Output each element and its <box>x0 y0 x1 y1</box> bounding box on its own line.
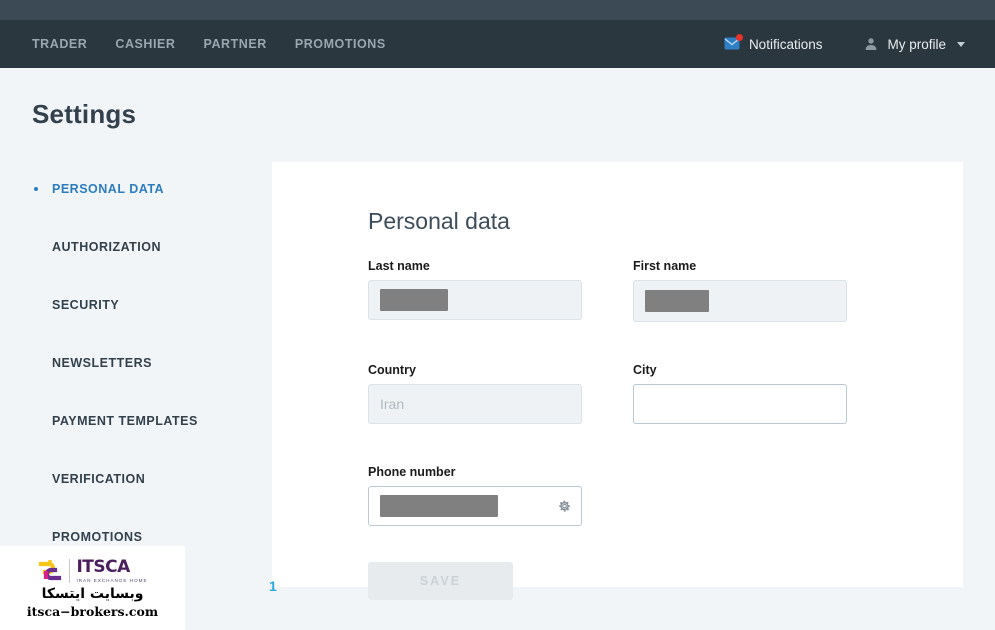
watermark-url: itsca−brokers.com <box>26 603 159 619</box>
redacted-value <box>380 289 448 311</box>
notification-badge <box>735 34 743 41</box>
phone-number-label: Phone number <box>368 465 456 479</box>
location-row: Country Iran City <box>368 363 848 424</box>
nav-right-cluster: Notifications My profile <box>724 34 965 52</box>
settings-sidebar: PERSONAL DATA AUTHORIZATION SECURITY NEW… <box>32 160 262 566</box>
last-name-label: Last name <box>368 259 430 273</box>
sidebar-item-personal-data[interactable]: PERSONAL DATA <box>32 160 262 218</box>
nav-link-promotions[interactable]: PROMOTIONS <box>295 37 386 51</box>
sidebar-item-verification[interactable]: VERIFICATION <box>32 450 262 508</box>
profile-menu-button[interactable]: My profile <box>864 37 965 52</box>
row-spacer <box>368 322 848 363</box>
watermark-persian-text: وبسایت ایتسکا <box>41 585 144 602</box>
notifications-label: Notifications <box>748 36 823 52</box>
first-name-label: First name <box>633 259 697 273</box>
nav-link-partner[interactable]: PARTNER <box>204 37 267 51</box>
city-field: City <box>633 363 847 424</box>
sidebar-item-newsletters[interactable]: NEWSLETTERS <box>32 334 262 392</box>
sidebar-item-label: PAYMENT TEMPLATES <box>52 414 198 428</box>
gear-icon[interactable] <box>558 500 571 513</box>
itsca-logo-icon <box>37 558 63 584</box>
country-input[interactable]: Iran <box>368 384 582 424</box>
sidebar-item-label: AUTHORIZATION <box>52 240 162 254</box>
watermark-brand: ITSCA <box>76 556 130 577</box>
sidebar-item-payment-templates[interactable]: PAYMENT TEMPLATES <box>32 392 262 450</box>
name-row: Last name First name <box>368 259 848 322</box>
personal-data-form: Last name First name Country Iran City P… <box>368 259 848 600</box>
first-name-field: First name <box>633 259 847 322</box>
watermark-logo-row: ITSCA IRAN EXCHANGE HOME <box>37 558 147 584</box>
main-navbar: TRADER CASHIER PARTNER PROMOTIONS Notifi… <box>0 20 995 68</box>
sidebar-item-label: PERSONAL DATA <box>52 182 165 196</box>
first-name-input[interactable] <box>633 280 847 322</box>
watermark-tagline: IRAN EXCHANGE HOME <box>76 577 148 583</box>
sidebar-item-label: SECURITY <box>52 298 120 312</box>
notifications-button[interactable]: Notifications <box>724 34 823 52</box>
city-input[interactable] <box>633 384 847 424</box>
row-spacer <box>368 424 848 465</box>
envelope-icon <box>724 34 743 51</box>
nav-link-cashier[interactable]: CASHIER <box>115 37 175 51</box>
watermark-overlay: ITSCA IRAN EXCHANGE HOME وبسایت ایتسکا i… <box>0 546 185 630</box>
primary-nav: TRADER CASHIER PARTNER PROMOTIONS <box>32 37 386 51</box>
watermark-brand-block: ITSCA IRAN EXCHANGE HOME <box>69 556 148 583</box>
sidebar-item-authorization[interactable]: AUTHORIZATION <box>32 218 262 276</box>
page-title: Settings <box>32 99 137 129</box>
profile-label: My profile <box>887 36 946 52</box>
save-button[interactable]: SAVE <box>368 562 513 600</box>
sidebar-item-label: VERIFICATION <box>52 472 146 486</box>
nav-link-trader[interactable]: TRADER <box>32 37 87 51</box>
last-name-input[interactable] <box>368 280 582 320</box>
city-label: City <box>633 363 657 377</box>
active-bullet-icon <box>34 187 38 191</box>
phone-number-input[interactable] <box>368 486 582 526</box>
country-value: Iran <box>380 396 405 412</box>
country-field: Country Iran <box>368 363 582 424</box>
country-label: Country <box>368 363 416 377</box>
redacted-value <box>380 495 498 517</box>
panel-title: Personal data <box>368 208 510 234</box>
chevron-down-icon <box>957 41 965 47</box>
redacted-value <box>645 290 709 312</box>
last-name-field: Last name <box>368 259 582 322</box>
sidebar-item-label: NEWSLETTERS <box>52 356 152 370</box>
personal-data-panel: Personal data Last name First name Count… <box>272 162 963 600</box>
sidebar-item-label: PROMOTIONS <box>52 530 143 544</box>
user-icon <box>864 37 878 51</box>
phone-number-field: Phone number <box>368 465 582 526</box>
top-strip <box>0 0 995 20</box>
sidebar-item-security[interactable]: SECURITY <box>32 276 262 334</box>
phone-row: Phone number <box>368 465 848 526</box>
render-artifact: 1 <box>269 578 277 594</box>
